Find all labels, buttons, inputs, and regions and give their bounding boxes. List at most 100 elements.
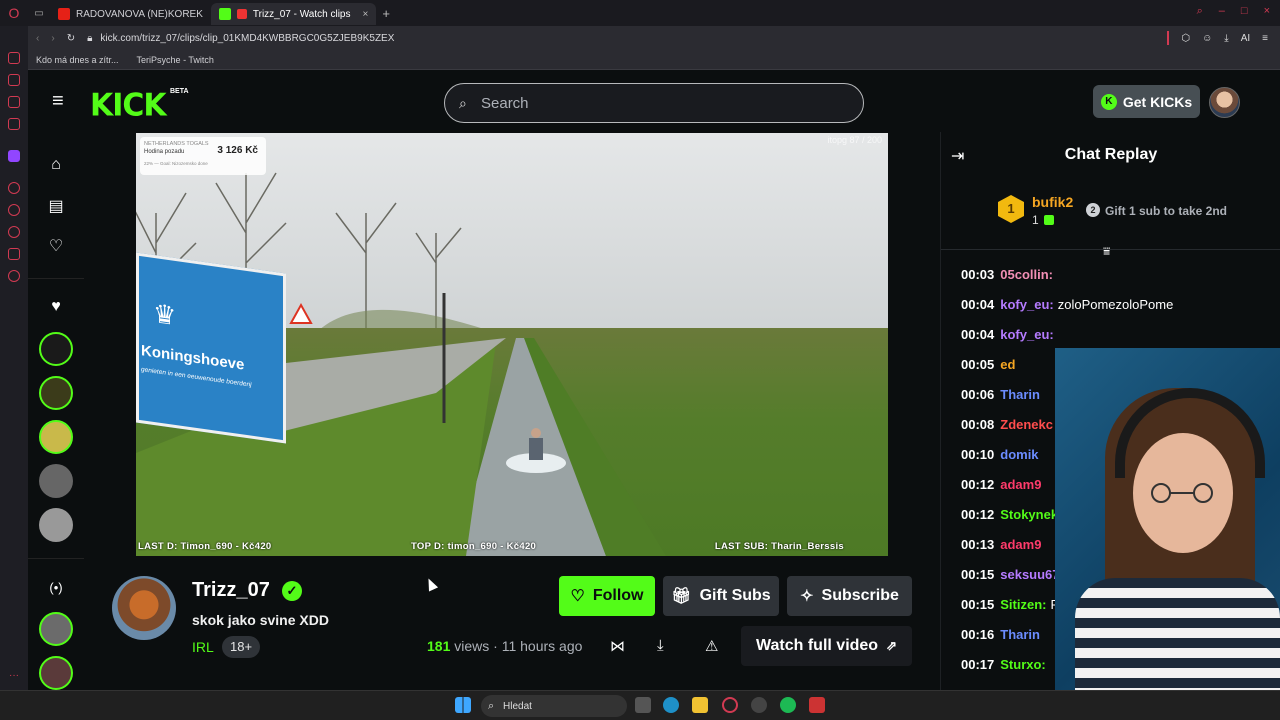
followed-channel-avatar[interactable] bbox=[39, 508, 73, 542]
bookmark-item[interactable]: TeriPsyche - Twitch bbox=[137, 55, 214, 65]
leader-name[interactable]: bufik2 bbox=[1032, 194, 1073, 210]
extensions-icon[interactable]: ⬡ bbox=[1181, 33, 1190, 44]
bookmark-item[interactable]: Kdo má dnes a zítr... bbox=[36, 55, 119, 65]
followed-channel-avatar[interactable] bbox=[39, 464, 73, 498]
search-tabs-icon[interactable]: ⌕ bbox=[1197, 5, 1203, 18]
follow-button[interactable]: ♡ Follow bbox=[559, 576, 655, 616]
share-icon[interactable]: ⋈ bbox=[610, 637, 625, 655]
close-window-icon[interactable]: × bbox=[1264, 5, 1270, 18]
app-icon[interactable] bbox=[809, 697, 825, 713]
donation-goal-overlay: NETHERLANDS TOGALS Hodina pozadu 22% — G… bbox=[140, 137, 266, 175]
download-icon[interactable]: ⤓ bbox=[1224, 33, 1228, 44]
edge-icon[interactable] bbox=[663, 697, 679, 713]
obs-icon[interactable] bbox=[751, 697, 767, 713]
message-username[interactable]: Zdenekc bbox=[1000, 417, 1053, 432]
profile-icon[interactable]: ☺ bbox=[1202, 33, 1212, 44]
tab-radovanova[interactable]: RADOVANOVA (NE)KOREK bbox=[50, 3, 211, 25]
sidebar-app-icon[interactable] bbox=[8, 74, 20, 86]
taskbar-search[interactable]: ⌕ Hledat bbox=[481, 695, 627, 717]
file-explorer-icon[interactable] bbox=[692, 697, 708, 713]
recommended-channel-avatar[interactable] bbox=[39, 656, 73, 690]
opera-sidebar: ··· bbox=[0, 26, 28, 690]
streamer-avatar[interactable] bbox=[112, 576, 176, 640]
reload-icon[interactable]: ↻ bbox=[67, 33, 75, 44]
sidebar-app-icon[interactable] bbox=[8, 96, 20, 108]
history-icon[interactable] bbox=[8, 226, 20, 238]
back-icon[interactable]: ‹ bbox=[36, 33, 39, 44]
search-icon: ⌕ bbox=[459, 94, 467, 111]
recommended-channel-avatar[interactable] bbox=[39, 612, 73, 646]
verified-badge-icon: ✓ bbox=[282, 581, 302, 601]
message-username[interactable]: Stokynek: bbox=[1000, 507, 1062, 522]
sidebar-app-icon[interactable] bbox=[8, 182, 20, 194]
pinned-expand-icon[interactable]: ⩸ bbox=[1103, 244, 1110, 259]
url-text[interactable]: kick.com/trizz_07/clips/clip_01KMD4KWBBR… bbox=[100, 33, 394, 44]
gift-subs-button[interactable]: 🎁︎ Gift Subs bbox=[663, 576, 779, 616]
search-input[interactable]: ⌕ Search bbox=[444, 83, 864, 123]
ai-button[interactable]: AI bbox=[1241, 33, 1250, 44]
message-username[interactable]: Tharin bbox=[1000, 387, 1040, 402]
external-link-icon: ⇗ bbox=[886, 638, 897, 653]
maximize-icon[interactable]: □ bbox=[1241, 5, 1248, 18]
user-avatar[interactable] bbox=[1209, 87, 1240, 118]
message-username[interactable]: kofy_eu: bbox=[1000, 327, 1053, 342]
message-username[interactable]: kofy_eu: bbox=[1000, 297, 1053, 312]
home-icon[interactable]: ⌂ bbox=[48, 156, 64, 174]
followed-channel-avatar[interactable] bbox=[39, 376, 73, 410]
opera-menu-icon[interactable]: O bbox=[0, 2, 28, 24]
followed-channel-avatar[interactable] bbox=[39, 420, 73, 454]
message-username[interactable]: Tharin bbox=[1000, 627, 1040, 642]
search-icon: ⌕ bbox=[488, 699, 495, 712]
sidebar-app-icon[interactable] bbox=[8, 52, 20, 64]
heart-icon[interactable] bbox=[8, 204, 20, 216]
sparkle-icon: ✧ bbox=[800, 588, 814, 605]
message-username[interactable]: adam9 bbox=[1000, 537, 1041, 552]
subscribe-button[interactable]: ✧ Subscribe bbox=[787, 576, 912, 616]
close-tab-icon[interactable]: × bbox=[363, 9, 369, 20]
message-username[interactable]: seksuu67 bbox=[1000, 567, 1059, 582]
message-username[interactable]: 05collin: bbox=[1000, 267, 1053, 282]
spotify-icon[interactable] bbox=[780, 697, 796, 713]
report-icon[interactable]: ⚠︎ bbox=[705, 637, 718, 655]
hamburger-menu-icon[interactable]: ≡ bbox=[52, 91, 64, 111]
message-username[interactable]: domik bbox=[1000, 447, 1038, 462]
streamer-name[interactable]: Trizz_07 bbox=[192, 579, 270, 602]
message-username[interactable]: Sitizen: bbox=[1000, 597, 1046, 612]
tab-workspaces-icon[interactable]: ▭ bbox=[28, 8, 50, 19]
chat-message: 00:12 adam9 bbox=[961, 476, 1045, 494]
message-timestamp: 00:15 bbox=[961, 597, 995, 612]
opera-icon[interactable] bbox=[722, 697, 738, 713]
browse-icon[interactable]: ▤ bbox=[48, 196, 64, 216]
message-username[interactable]: adam9 bbox=[1000, 477, 1041, 492]
kick-logo[interactable]: KICK bbox=[90, 87, 167, 124]
category-link[interactable]: IRL bbox=[192, 639, 214, 655]
subscribe-label: Subscribe bbox=[821, 587, 899, 604]
tab-trizz-clips[interactable]: Trizz_07 - Watch clips × bbox=[210, 3, 377, 25]
twitch-icon[interactable] bbox=[8, 150, 20, 162]
audio-playing-icon[interactable] bbox=[236, 9, 247, 19]
message-timestamp: 00:05 bbox=[961, 357, 995, 372]
minimize-icon[interactable]: – bbox=[1219, 5, 1225, 18]
windows-start-icon[interactable] bbox=[455, 697, 471, 713]
more-icon[interactable]: ··· bbox=[9, 670, 19, 681]
message-username[interactable]: ed bbox=[1000, 357, 1015, 372]
follow-label: Follow bbox=[592, 587, 644, 604]
chat-message: 00:13 adam9 bbox=[961, 536, 1045, 554]
new-tab-button[interactable]: + bbox=[382, 6, 390, 21]
message-username[interactable]: Sturxo: bbox=[1000, 657, 1046, 672]
forward-icon[interactable]: › bbox=[51, 33, 54, 44]
settings-icon[interactable] bbox=[8, 270, 20, 282]
sidebar-app-icon[interactable] bbox=[8, 248, 20, 260]
watch-full-video-button[interactable]: Watch full video ⇗ bbox=[741, 626, 912, 666]
clip-video-player[interactable]: ♛ Koningshoeve genieten in een eeuwenoud… bbox=[136, 133, 888, 556]
gift-prompt[interactable]: Gift 1 sub to take 2nd bbox=[1105, 204, 1227, 218]
download-icon[interactable]: ⤓ bbox=[657, 637, 664, 654]
task-view-icon[interactable] bbox=[635, 697, 651, 713]
menu-icon[interactable]: ≡ bbox=[1262, 33, 1268, 44]
followed-channel-avatar[interactable] bbox=[39, 332, 73, 366]
message-timestamp: 00:17 bbox=[961, 657, 995, 672]
get-kicks-button[interactable]: K Get KICKs bbox=[1093, 85, 1200, 118]
sidebar-app-icon[interactable] bbox=[8, 118, 20, 130]
following-heart-icon[interactable]: ♡ bbox=[48, 236, 64, 256]
message-timestamp: 00:10 bbox=[961, 447, 995, 462]
